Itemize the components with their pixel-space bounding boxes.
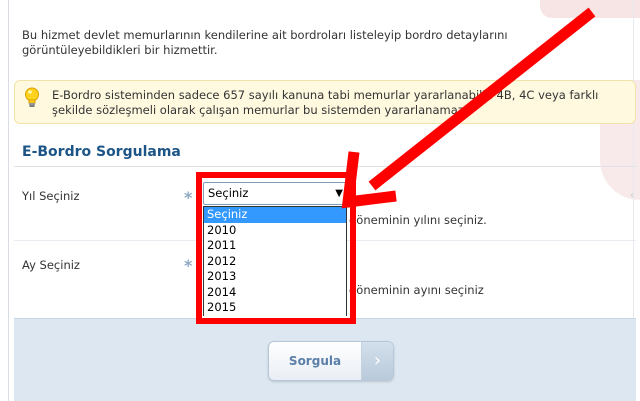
- year-dropdown-list: Seçiniz 2010 2011 2012 2013 2014 2015: [203, 206, 347, 316]
- content-left-border: [8, 0, 9, 401]
- year-hint: döneminin yılını seçiniz.: [349, 213, 487, 227]
- month-label: Ay Seçiniz: [22, 258, 80, 272]
- year-option[interactable]: 2011: [204, 238, 346, 254]
- intro-text: Bu hizmet devlet memurlarının kendilerin…: [22, 28, 508, 57]
- year-label: Yıl Seçiniz: [22, 189, 80, 203]
- year-select-value: Seçiniz: [208, 186, 249, 200]
- year-required-mark: *: [184, 188, 193, 207]
- corner-decoration: [540, 0, 640, 18]
- month-hint: döneminin ayını seçiniz: [349, 283, 484, 297]
- chevron-left-icon: ‹: [630, 190, 634, 201]
- chevron-right-icon: ›: [361, 342, 393, 380]
- info-text: E-Bordro sisteminden sadece 657 sayılı k…: [52, 88, 599, 117]
- year-option[interactable]: Seçiniz: [204, 207, 346, 223]
- year-option[interactable]: 2012: [204, 253, 346, 269]
- sorgula-button-label: Sorgula: [288, 354, 342, 368]
- year-option[interactable]: 2015: [204, 300, 346, 316]
- title-divider: [14, 166, 636, 167]
- form-title: E-Bordro Sorgulama: [22, 144, 181, 160]
- year-option[interactable]: 2013: [204, 269, 346, 285]
- year-option[interactable]: 2010: [204, 222, 346, 238]
- sorgula-button[interactable]: Sorgula ›: [268, 341, 394, 381]
- year-select[interactable]: Seçiniz ▼: [203, 182, 349, 205]
- dropdown-arrow-icon: ▼: [335, 188, 343, 199]
- year-option[interactable]: 2014: [204, 284, 346, 300]
- lightbulb-icon: [25, 87, 39, 107]
- month-required-mark: *: [184, 256, 193, 275]
